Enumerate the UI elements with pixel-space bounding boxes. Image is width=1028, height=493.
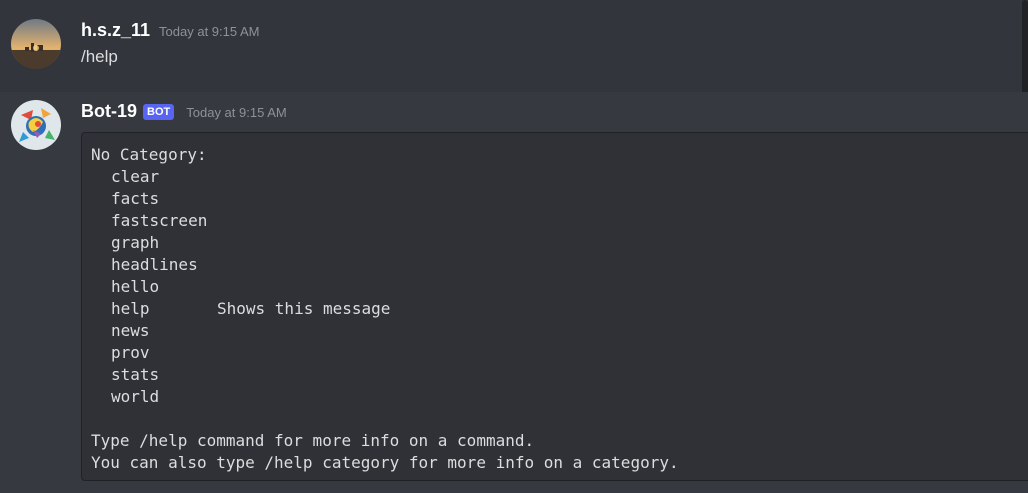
command-name: help <box>111 299 150 318</box>
sunset-landscape-avatar-icon <box>11 19 61 69</box>
colorful-bot-avatar-icon <box>11 100 61 150</box>
footer-line: Type /help command for more info on a co… <box>91 431 535 450</box>
timestamp[interactable]: Today at 9:15 AM <box>186 105 286 120</box>
message-header: Bot-19 BOT Today at 9:15 AM <box>81 100 287 122</box>
command-row: hello <box>91 276 1028 298</box>
user-avatar[interactable] <box>11 19 61 69</box>
command-row: facts <box>91 188 1028 210</box>
timestamp[interactable]: Today at 9:15 AM <box>159 24 259 39</box>
username[interactable]: h.s.z_11 <box>81 19 150 41</box>
command-name: fastscreen <box>111 211 208 230</box>
message-user-help: h.s.z_11 Today at 9:15 AM /help <box>0 0 1028 113</box>
message-text: /help <box>81 47 118 66</box>
command-name: prov <box>111 343 150 362</box>
command-name: news <box>111 321 150 340</box>
bot-avatar[interactable] <box>11 100 61 150</box>
command-description: Shows this message <box>217 299 391 318</box>
footer-line: You can also type /help category for mor… <box>91 453 679 472</box>
command-row: news <box>91 320 1028 342</box>
command-row: help Shows this message <box>91 298 1028 320</box>
chat-message-list: h.s.z_11 Today at 9:15 AM /help Bot-19 B… <box>0 0 1028 493</box>
command-row: clear <box>91 166 1028 188</box>
command-row: stats <box>91 364 1028 386</box>
command-row: fastscreen <box>91 210 1028 232</box>
command-row: world <box>91 386 1028 408</box>
command-name: clear <box>111 167 160 186</box>
username[interactable]: Bot-19 <box>81 100 137 122</box>
category-header: No Category: <box>91 145 207 164</box>
message-header: h.s.z_11 Today at 9:15 AM <box>81 19 260 41</box>
command-name: hello <box>111 277 160 296</box>
command-name: graph <box>111 233 160 252</box>
help-code-block: No Category: clear facts fastscreen graph hea… <box>81 132 1028 481</box>
message-bot-help: Bot-19 BOT Today at 9:15 AM No Category:… <box>0 92 1028 493</box>
command-row: prov <box>91 342 1028 364</box>
command-name: headlines <box>111 255 198 274</box>
command-row: graph <box>91 232 1028 254</box>
command-name: facts <box>111 189 160 208</box>
command-name: world <box>111 387 160 406</box>
command-row: headlines <box>91 254 1028 276</box>
command-name: stats <box>111 365 160 384</box>
bot-badge: BOT <box>143 104 175 120</box>
